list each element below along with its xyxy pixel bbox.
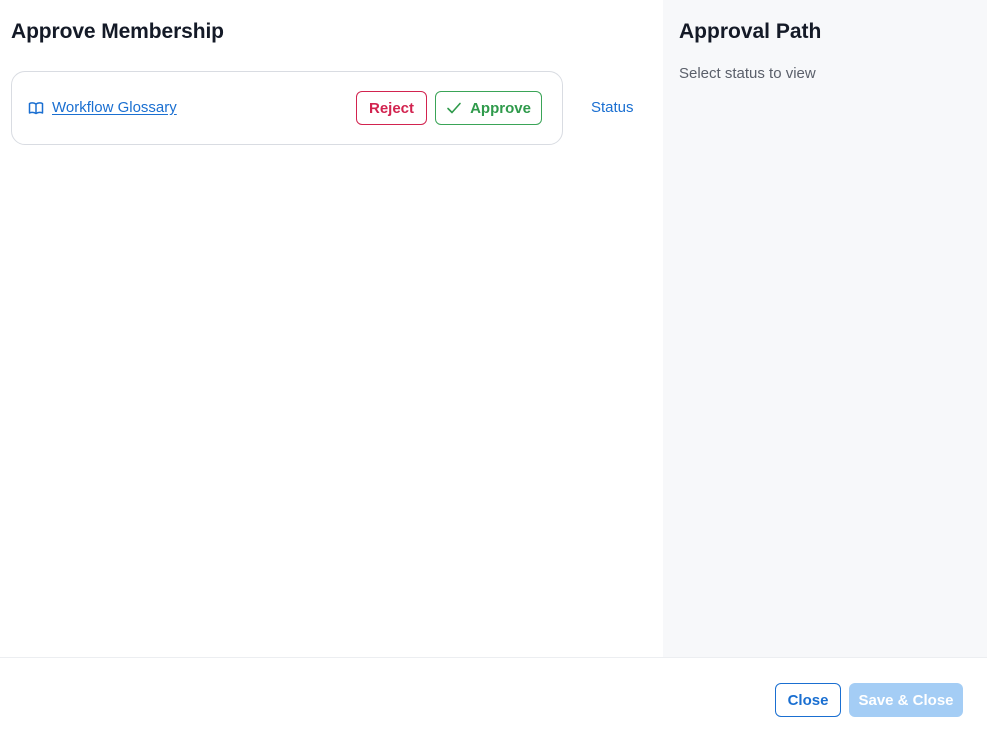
approve-button-label: Approve [470,99,531,117]
item-name: Workflow Glossary [52,99,177,116]
status-link[interactable]: Status [591,99,634,116]
reject-button[interactable]: Reject [356,91,427,125]
page-title: Approve Membership [11,20,224,43]
item-link-workflow-glossary[interactable]: Workflow Glossary [28,99,177,116]
approve-membership-dialog: Approve Membership Workflow Glossary Rej… [0,0,987,739]
approval-path-title: Approval Path [679,20,822,43]
close-button[interactable]: Close [775,683,841,717]
membership-item-card: Workflow Glossary Reject Approve [11,71,563,145]
book-open-icon [28,100,44,116]
check-icon [446,100,462,116]
save-and-close-button[interactable]: Save & Close [849,683,963,717]
main-panel: Approve Membership Workflow Glossary Rej… [0,0,663,657]
approval-path-hint: Select status to view [679,65,816,82]
dialog-footer: Close Save & Close [0,657,987,739]
approval-path-panel: Approval Path Select status to view [663,0,987,657]
approve-button[interactable]: Approve [435,91,542,125]
